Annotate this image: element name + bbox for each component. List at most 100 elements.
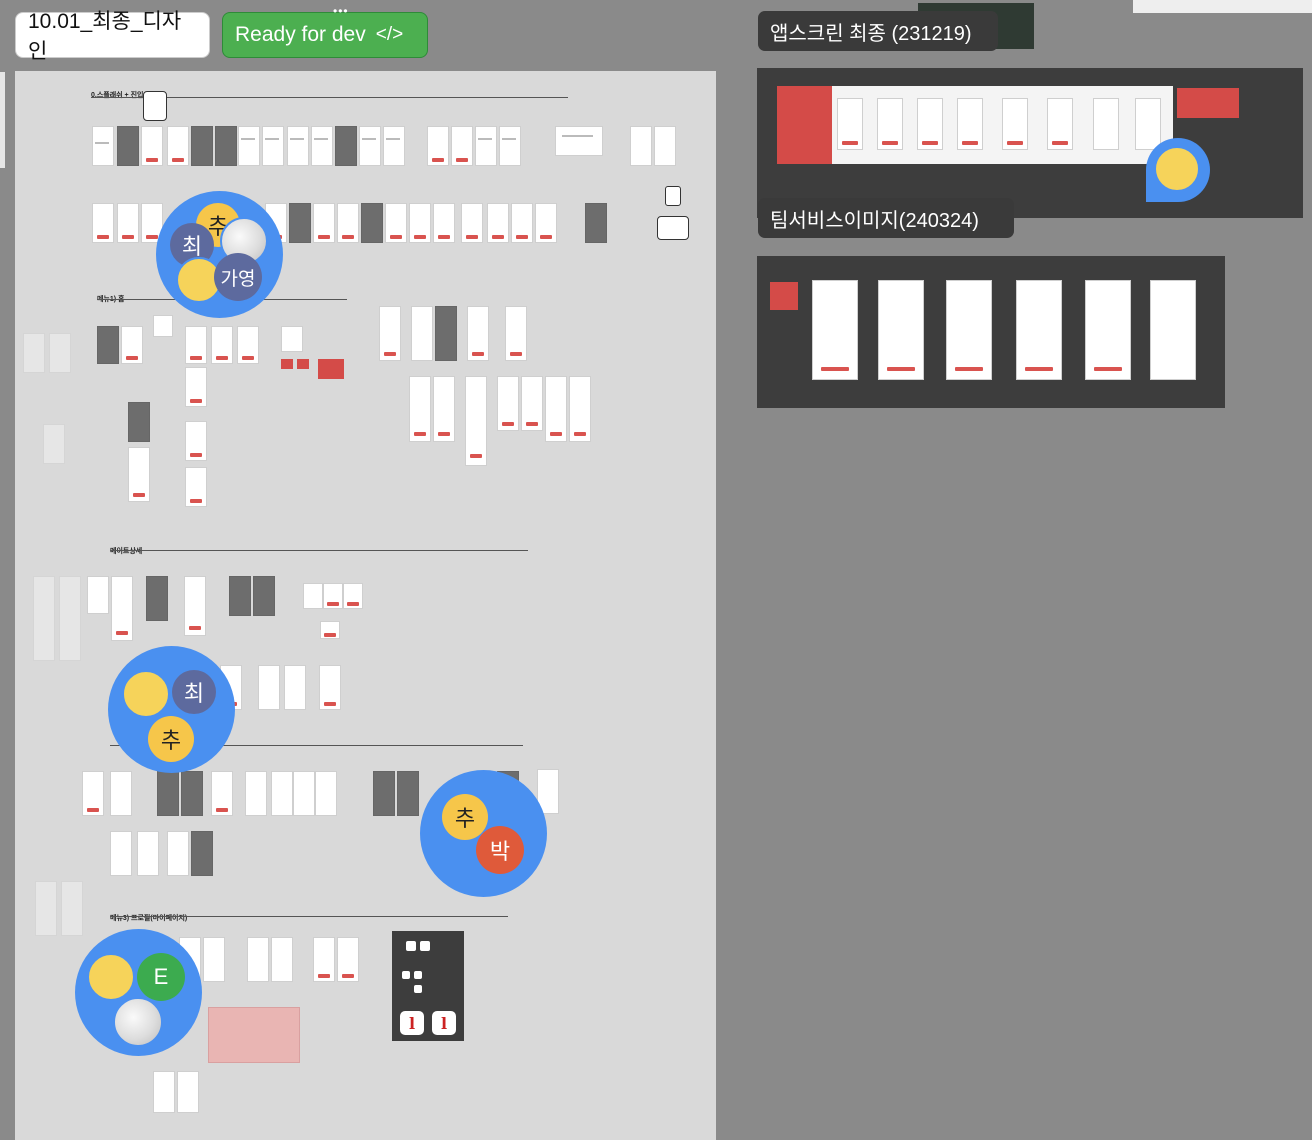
screen-thumb[interactable]: [287, 126, 309, 166]
screen-thumb[interactable]: [585, 203, 607, 243]
screen-thumb[interactable]: [946, 280, 992, 380]
screen-thumb[interactable]: [185, 467, 207, 507]
screen-thumb[interactable]: [191, 831, 213, 876]
screen-thumb[interactable]: [373, 771, 395, 816]
screen-thumb[interactable]: [61, 881, 83, 936]
screen-thumb[interactable]: [211, 326, 233, 364]
screen-thumb[interactable]: [281, 326, 303, 352]
screen-thumb[interactable]: [271, 937, 293, 982]
screen-thumb[interactable]: [97, 326, 119, 364]
screen-thumb[interactable]: [303, 583, 323, 609]
screen-thumb[interactable]: [497, 376, 519, 431]
screen-thumb[interactable]: [505, 306, 527, 361]
screen-thumb[interactable]: [313, 937, 335, 982]
screen-thumb[interactable]: [141, 126, 163, 166]
screen-thumb[interactable]: [153, 1071, 175, 1113]
screen-thumb[interactable]: [433, 376, 455, 442]
screen-thumb[interactable]: [184, 576, 206, 636]
screen-thumb[interactable]: [487, 203, 509, 243]
screen-thumb[interactable]: [409, 376, 431, 442]
screen-thumb[interactable]: [433, 203, 455, 243]
screen-thumb[interactable]: [319, 665, 341, 710]
screen-thumb[interactable]: [203, 937, 225, 982]
screen-thumb[interactable]: [215, 126, 237, 166]
screen-thumb[interactable]: [35, 881, 57, 936]
screen-thumb[interactable]: [167, 126, 189, 166]
icon-set-frame[interactable]: l l: [392, 931, 464, 1041]
screen-thumb[interactable]: [359, 126, 381, 166]
screen-thumb[interactable]: [1135, 98, 1161, 150]
screen-thumb[interactable]: [1016, 280, 1062, 380]
screen-thumb[interactable]: [238, 126, 260, 166]
screen-thumb[interactable]: [110, 831, 132, 876]
screen-thumb[interactable]: [23, 333, 45, 373]
screen-thumb[interactable]: [185, 367, 207, 407]
screen-thumb[interactable]: [499, 126, 521, 166]
screen-thumb[interactable]: [383, 126, 405, 166]
screen-thumb[interactable]: [957, 98, 983, 150]
screen-thumb[interactable]: [258, 665, 280, 710]
screen-thumb[interactable]: [467, 306, 489, 361]
frame-label-service-image[interactable]: 팀서비스이미지(240324): [758, 198, 1014, 238]
screen-thumb[interactable]: [877, 98, 903, 150]
frame-label-appscreen[interactable]: 앱스크린 최종 (231219): [758, 11, 998, 51]
screen-thumb[interactable]: [837, 98, 863, 150]
screen-thumb[interactable]: [92, 203, 114, 243]
screen-thumb[interactable]: [1150, 280, 1196, 380]
screen-thumb[interactable]: [245, 771, 267, 816]
screen-thumb[interactable]: [289, 203, 311, 243]
screen-thumb[interactable]: [535, 203, 557, 243]
screen-thumb[interactable]: [1085, 280, 1131, 380]
presence-cluster[interactable]: 추 최 가영: [156, 191, 283, 318]
screen-thumb[interactable]: [229, 576, 251, 616]
screen-thumb[interactable]: [181, 771, 203, 816]
screen-thumb[interactable]: [335, 126, 357, 166]
screen-thumb[interactable]: [461, 203, 483, 243]
appscreen-frame[interactable]: [757, 68, 1303, 218]
screen-thumb[interactable]: [337, 937, 359, 982]
screen-thumb[interactable]: [630, 126, 652, 166]
screen-thumb[interactable]: [315, 771, 337, 816]
screen-thumb[interactable]: [1093, 98, 1119, 150]
presence-cluster[interactable]: 최 추: [108, 646, 235, 773]
screen-thumb[interactable]: [435, 306, 457, 361]
screen-thumb[interactable]: [262, 126, 284, 166]
screen-thumb[interactable]: [43, 424, 65, 464]
ready-for-dev-badge[interactable]: Ready for dev </>: [222, 12, 428, 58]
screen-thumb[interactable]: [361, 203, 383, 243]
screen-thumb[interactable]: [117, 203, 139, 243]
screen-thumb[interactable]: [128, 402, 150, 442]
screen-thumb[interactable]: [59, 576, 81, 661]
screen-thumb[interactable]: [385, 203, 407, 243]
screen-thumb[interactable]: [33, 576, 55, 661]
screen-thumb[interactable]: [253, 576, 275, 616]
screen-thumb[interactable]: [569, 376, 591, 442]
screen-thumb[interactable]: [917, 98, 943, 150]
screen-thumb[interactable]: [511, 203, 533, 243]
page-title[interactable]: 10.01_최종_디자인: [15, 10, 210, 63]
screen-thumb[interactable]: [185, 421, 207, 461]
screen-thumb[interactable]: [521, 376, 543, 431]
screen-thumb[interactable]: [878, 280, 924, 380]
screen-thumb[interactable]: [320, 621, 340, 639]
screen-thumb[interactable]: [397, 771, 419, 816]
screen-thumb[interactable]: [812, 280, 858, 380]
screen-thumb[interactable]: [284, 665, 306, 710]
screen-thumb[interactable]: [49, 333, 71, 373]
screen-thumb[interactable]: [293, 771, 315, 816]
screen-thumb[interactable]: [311, 126, 333, 166]
screen-thumb[interactable]: [92, 126, 114, 166]
screen-thumb[interactable]: [545, 376, 567, 442]
screen-thumb[interactable]: [1047, 98, 1073, 150]
screen-thumb[interactable]: [237, 326, 259, 364]
screen-thumb[interactable]: [337, 203, 359, 243]
screen-thumb[interactable]: [146, 576, 168, 621]
screen-thumb[interactable]: [110, 771, 132, 816]
screen-thumb[interactable]: [185, 326, 207, 364]
screen-thumb[interactable]: [191, 126, 213, 166]
screen-thumb[interactable]: [465, 376, 487, 466]
service-image-frame[interactable]: [757, 256, 1225, 408]
screen-thumb[interactable]: [654, 126, 676, 166]
presence-cluster[interactable]: E: [75, 929, 202, 1056]
screen-thumb[interactable]: [137, 831, 159, 876]
